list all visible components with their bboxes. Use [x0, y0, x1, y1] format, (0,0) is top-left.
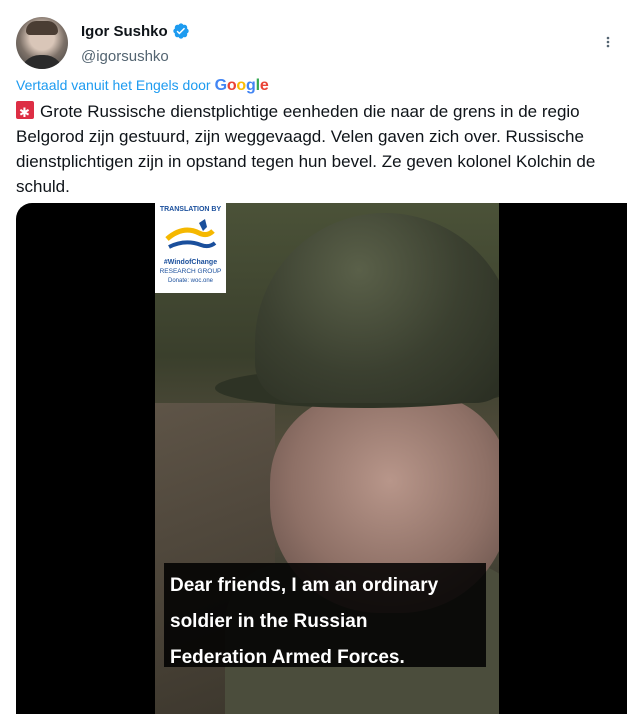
verified-badge-icon [172, 22, 190, 40]
video-subtitle: Dear friends, I am an ordinary soldier i… [164, 563, 486, 668]
watermark-top: TRANSLATION BY [159, 206, 222, 213]
author-avatar[interactable] [16, 17, 68, 69]
subtitle-line: Dear friends, I am an ordinary [170, 575, 439, 596]
siren-icon [16, 100, 34, 125]
more-options-icon[interactable] [601, 32, 615, 52]
google-logo: Google [214, 77, 269, 94]
tweet-video[interactable]: TRANSLATION BY #WindofChange RESEARCH GR… [16, 203, 627, 714]
subtitle-line: soldier in the Russian [170, 611, 368, 632]
tweet-body: Grote Russische dienstplichtige eenheden… [16, 102, 596, 196]
video-frame[interactable]: TRANSLATION BY #WindofChange RESEARCH GR… [155, 203, 499, 714]
author-name[interactable]: Igor Sushko [81, 23, 168, 40]
watermark-line1: #WindofChange [163, 259, 218, 266]
author-name-row[interactable]: Igor Sushko [81, 22, 190, 40]
watermark-logo: TRANSLATION BY #WindofChange RESEARCH GR… [155, 203, 226, 293]
watermark-line3: Donate: woc.one [167, 278, 214, 284]
watermark-line2: RESEARCH GROUP [159, 268, 222, 275]
tweet-header: Igor Sushko @igorsushko [16, 14, 611, 74]
wind-of-change-icon [165, 219, 217, 249]
author-handle[interactable]: @igorsushko [81, 48, 169, 65]
translation-label: Vertaald vanuit het Engels door [16, 77, 211, 93]
subtitle-line: Federation Armed Forces. [170, 647, 405, 668]
translation-attribution[interactable]: Vertaald vanuit het Engels door Google [16, 77, 269, 95]
tweet-text: Grote Russische dienstplichtige eenheden… [16, 99, 616, 199]
